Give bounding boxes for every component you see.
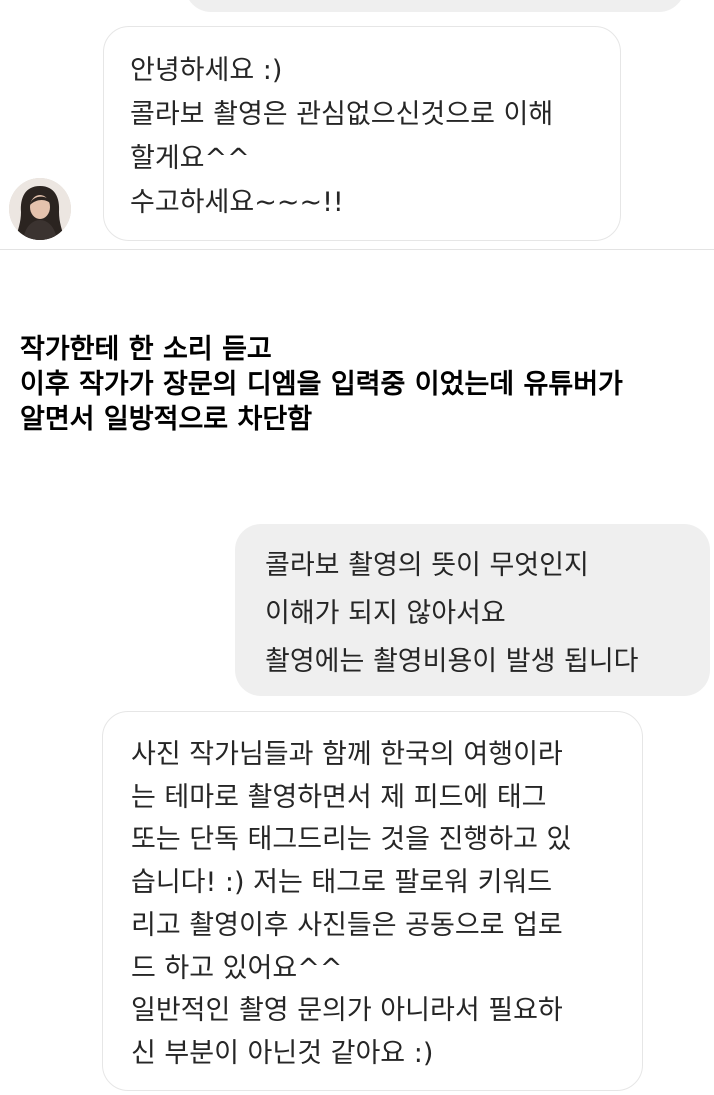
profile-photo-icon (9, 178, 71, 240)
message-line: 안녕하세요 :) (130, 55, 283, 86)
message-line: 습니다! :) 저는 태그로 팔로워 키워드 (131, 867, 553, 899)
message-bubble-outgoing: 콜라보 촬영의 뜻이 무엇인지 이해가 되지 않아서요 촬영에는 촬영비용이 발… (235, 524, 710, 696)
caption-line: 작가한테 한 소리 듣고 (20, 334, 272, 365)
message-line: 콜라보 촬영의 뜻이 무엇인지 (265, 550, 589, 581)
divider (0, 249, 714, 250)
message-line: 리고 촬영이후 사진들은 공동으로 업로 (131, 909, 563, 941)
message-line: 는 테마로 촬영하면서 제 피드에 태그 (131, 781, 547, 813)
message-line: 수고하세요~~~!! (130, 187, 344, 218)
message-line: 사진 작가님들과 함께 한국의 여행이라 (131, 739, 563, 770)
message-line: 일반적인 촬영 문의가 아니라서 필요하 (131, 995, 563, 1027)
message-bubble-partial (185, 0, 685, 12)
message-bubble-incoming: 안녕하세요 :) 콜라보 촬영은 관심없으신것으로 이해 할게요^^ 수고하세요… (103, 26, 621, 241)
message-line: 또는 단독 태그드리는 것을 진행하고 있 (131, 824, 572, 856)
message-line: 신 부분이 아닌것 같아요 :) (131, 1037, 434, 1069)
message-line: 콜라보 촬영은 관심없으신것으로 이해 (130, 99, 554, 130)
message-bubble-incoming: 사진 작가님들과 함께 한국의 여행이라 는 테마로 촬영하면서 제 피드에 태… (102, 711, 643, 1091)
caption: 작가한테 한 소리 듣고 이후 작가가 장문의 디엠을 입력중 이었는데 유튜버… (20, 332, 623, 437)
caption-line: 알면서 일방적으로 차단함 (20, 404, 313, 435)
message-line: 이해가 되지 않아서요 (265, 598, 506, 629)
message-line: 촬영에는 촬영비용이 발생 됩니다 (265, 646, 639, 677)
message-line: 할게요^^ (130, 143, 250, 174)
message-line: 드 하고 있어요^^ (131, 952, 343, 984)
caption-line: 이후 작가가 장문의 디엠을 입력중 이었는데 유튜버가 (20, 369, 623, 400)
avatar[interactable] (9, 178, 71, 240)
